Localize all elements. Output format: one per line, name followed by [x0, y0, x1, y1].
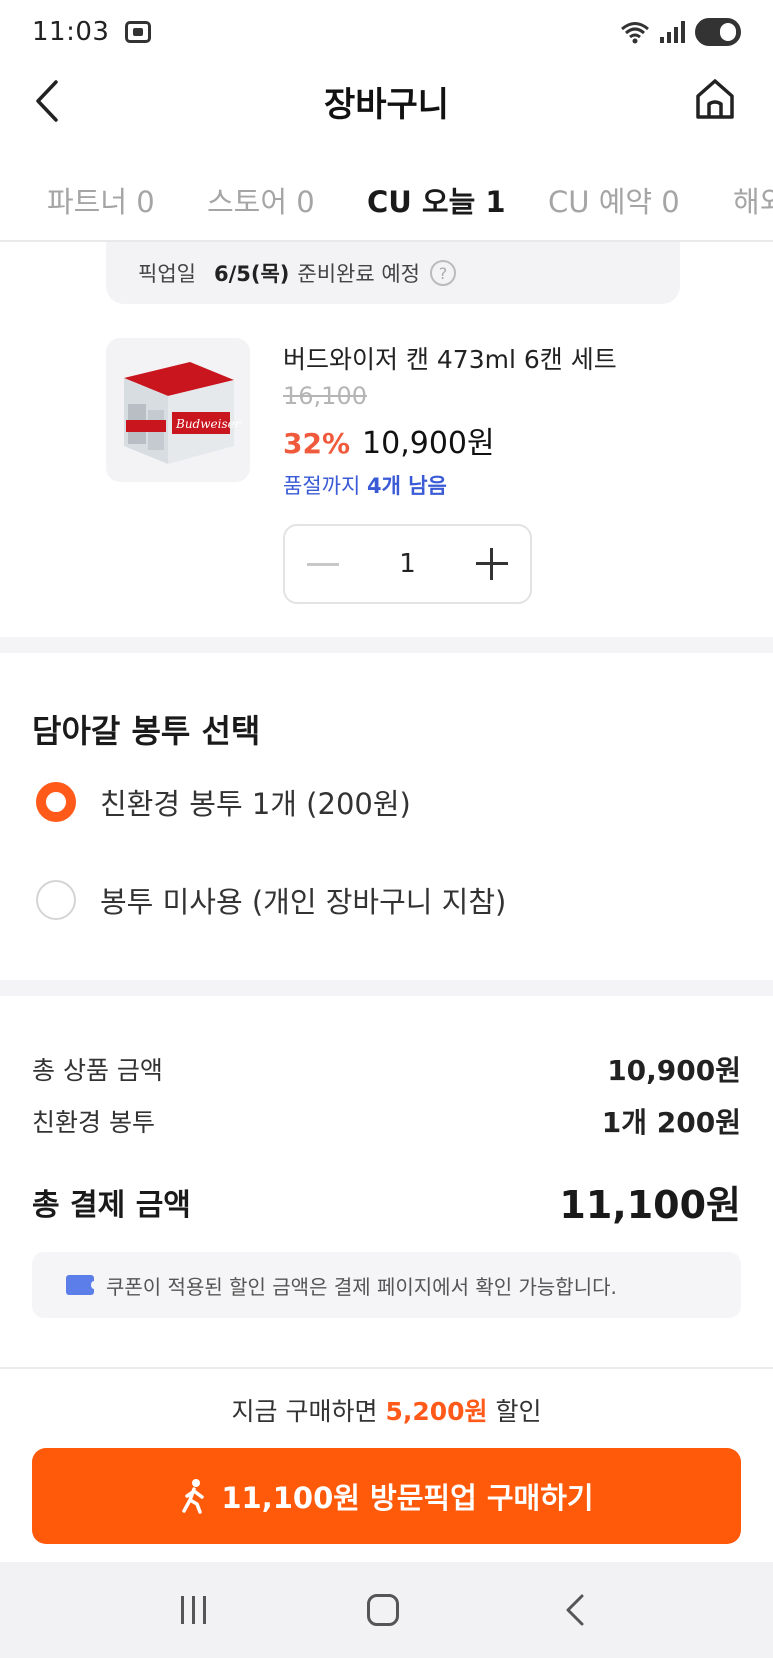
section-divider — [0, 980, 773, 996]
system-back-icon[interactable] — [560, 1592, 592, 1628]
status-icons — [620, 18, 741, 46]
home-button-icon[interactable] — [366, 1594, 399, 1626]
purchase-button-label: 11,100원 방문픽업 구매하기 — [221, 1481, 594, 1515]
product-total-value: 10,900원 — [607, 1054, 741, 1087]
grand-total-value: 11,100원 — [559, 1183, 741, 1227]
bag-fee-row: 친환경 봉투 1개 200원 — [32, 1101, 741, 1141]
beer-pack-image: Budweiser — [124, 362, 242, 464]
home-icon[interactable] — [693, 76, 737, 122]
sale-price: 10,900원 — [362, 426, 495, 461]
bag-section-title: 담아갈 봉투 선택 — [32, 712, 261, 750]
product-image[interactable]: Budweiser — [106, 338, 250, 482]
purchase-button[interactable]: 11,100원 방문픽업 구매하기 — [32, 1448, 741, 1544]
minus-icon[interactable] — [307, 562, 339, 566]
quantity-stepper: 1 — [283, 524, 532, 604]
coupon-notice-text: 쿠폰이 적용된 할인 금액은 결제 페이지에서 확인 가능합니다. — [106, 1274, 617, 1299]
recent-apps-icon[interactable] — [180, 1596, 206, 1624]
help-icon[interactable]: ? — [430, 260, 456, 286]
pickup-date: 6/5(목) — [213, 262, 290, 286]
savings-prefix: 지금 구매하면 — [231, 1397, 386, 1426]
price-row: 32% 10,900원 — [283, 418, 495, 462]
wifi-icon — [621, 22, 649, 44]
bag-option-label: 친환경 봉투 1개 (200원) — [100, 787, 411, 821]
pickup-status: 준비완료 예정 — [297, 262, 420, 286]
radio-unselected-icon[interactable] — [36, 880, 76, 920]
savings-suffix: 할인 — [487, 1397, 542, 1426]
bag-option-label: 봉투 미사용 (개인 장바구니 지참) — [100, 885, 507, 919]
bag-option-none[interactable]: 봉투 미사용 (개인 장바구니 지참) — [36, 879, 506, 921]
tab-store[interactable]: 스토어 0 — [207, 158, 315, 240]
app-header: 장바구니 — [0, 64, 773, 138]
quantity-value: 1 — [399, 549, 416, 579]
tab-overseas[interactable]: 해외 — [733, 158, 773, 240]
stock-count: 4개 남음 — [366, 474, 447, 498]
system-nav-bar — [0, 1562, 773, 1658]
plus-icon[interactable] — [475, 548, 508, 580]
original-price: 16,100 — [283, 382, 367, 410]
discount-rate: 32% — [283, 427, 351, 460]
walking-person-icon — [182, 1479, 205, 1514]
cart-tabs: 파트너 0 스토어 0 CU 오늘 1 CU 예약 0 해외 — [0, 158, 773, 242]
section-divider — [0, 637, 773, 653]
grand-total-row: 총 결제 금액 11,100원 — [32, 1174, 741, 1229]
grand-total-label: 총 결제 금액 — [32, 1187, 191, 1223]
product-total-label: 총 상품 금액 — [32, 1056, 163, 1085]
tab-cu-reserve[interactable]: CU 예약 0 — [548, 158, 680, 240]
savings-text: 지금 구매하면 5,200원 할인 — [0, 1392, 773, 1428]
bag-option-eco[interactable]: 친환경 봉투 1개 (200원) — [36, 781, 411, 823]
pickup-banner: 픽업일 6/5(목) 준비완료 예정 ? — [106, 242, 680, 304]
product-total-row: 총 상품 금액 10,900원 — [32, 1049, 741, 1089]
page-title: 장바구니 — [323, 84, 450, 125]
bag-fee-label: 친환경 봉투 — [32, 1108, 155, 1137]
stock-prefix: 품절까지 — [283, 474, 367, 498]
tab-partner[interactable]: 파트너 0 — [47, 158, 155, 240]
tab-cu-today[interactable]: CU 오늘 1 — [367, 158, 506, 240]
battery-icon — [695, 18, 741, 46]
bag-fee-value: 1개 200원 — [601, 1106, 741, 1139]
pickup-label: 픽업일 — [138, 262, 196, 286]
stock-remaining: 품절까지 4개 남음 — [283, 470, 447, 500]
product-name[interactable]: 버드와이저 캔 473ml 6캔 세트 — [283, 340, 617, 376]
back-arrow-icon[interactable] — [30, 78, 70, 124]
radio-selected-icon[interactable] — [36, 782, 76, 822]
coupon-icon — [66, 1275, 97, 1295]
screen-recorder-icon — [125, 21, 152, 43]
signal-icon — [660, 21, 685, 43]
svg-text:Budweiser: Budweiser — [175, 417, 242, 431]
bottom-divider — [0, 1367, 773, 1369]
savings-amount: 5,200원 — [385, 1397, 488, 1426]
status-time: 11:03 — [32, 17, 110, 47]
status-bar: 11:03 — [0, 0, 773, 64]
coupon-notice: 쿠폰이 적용된 할인 금액은 결제 페이지에서 확인 가능합니다. — [32, 1252, 741, 1318]
